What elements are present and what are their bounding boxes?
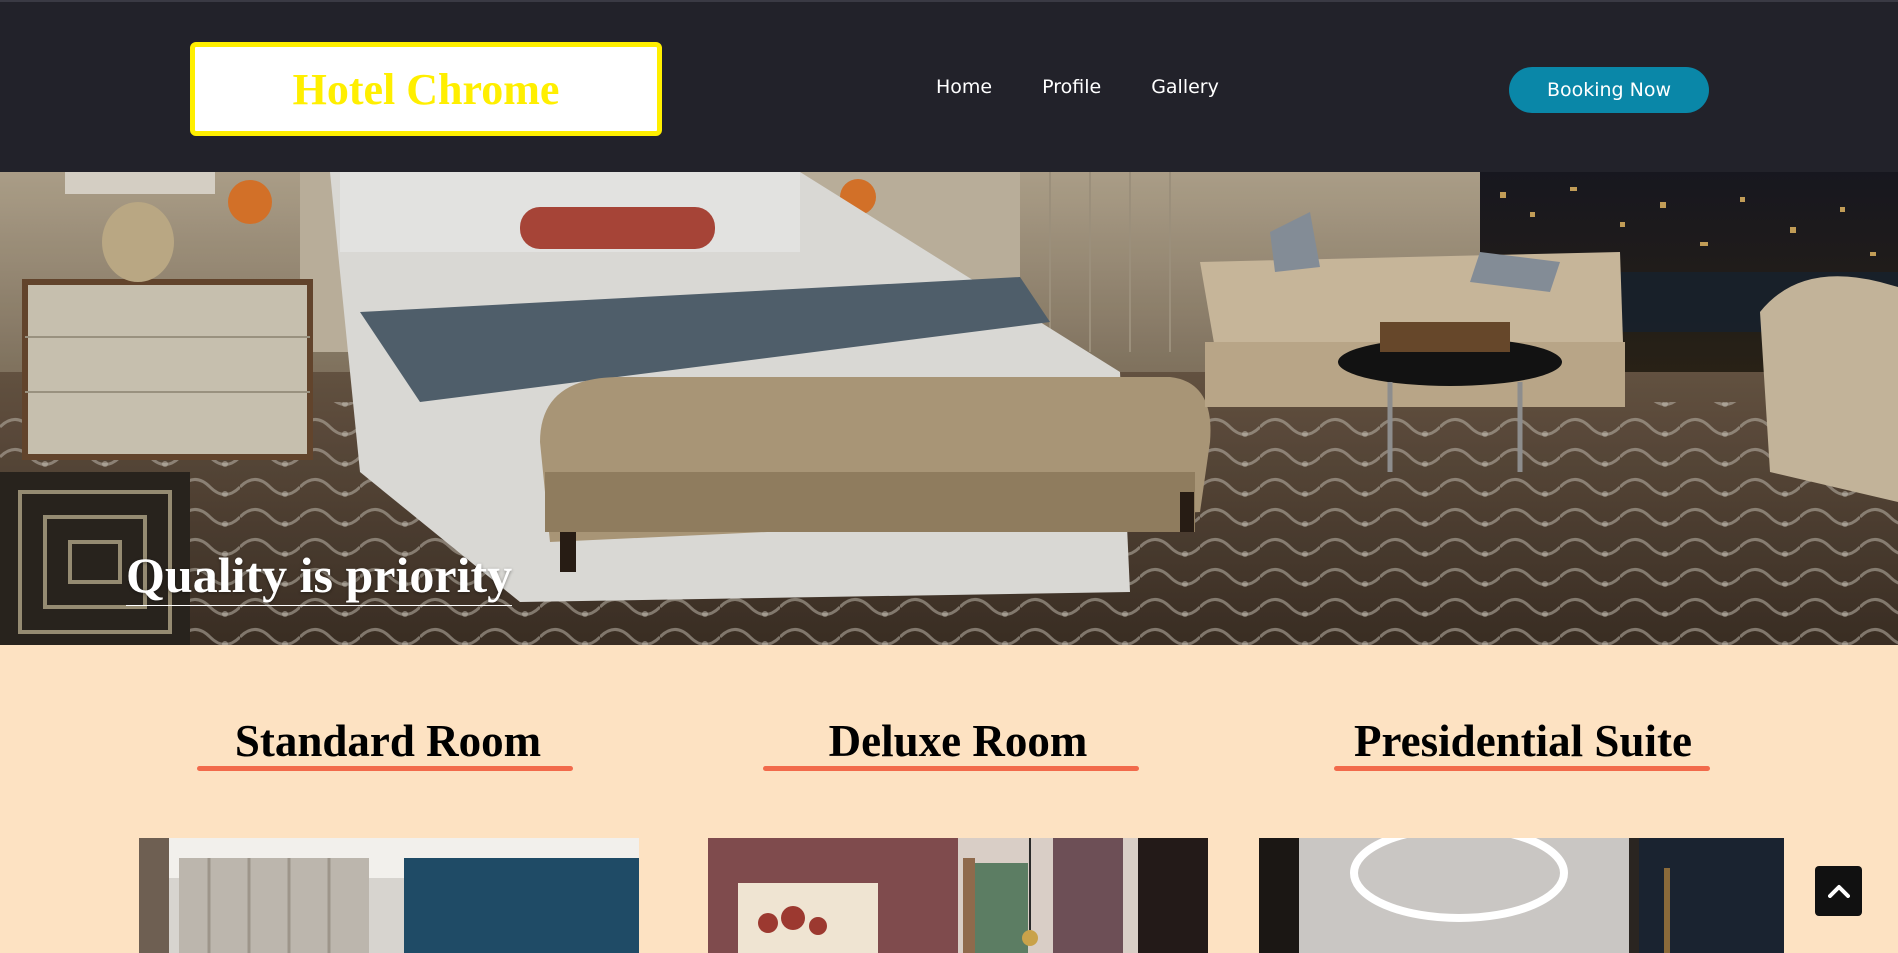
site-header: Hotel Chrome Home Profile Gallery Bookin… [0,0,1898,172]
nav-gallery-link[interactable]: Gallery [1151,76,1219,98]
standard-room-heading: Standard Room [234,716,542,766]
nav-home-link[interactable]: Home [936,76,992,98]
presidential-suite-heading: Presidential Suite [1354,716,1692,766]
booking-now-button[interactable]: Booking Now [1509,67,1709,113]
standard-room-image[interactable] [139,838,639,953]
deluxe-room-underline [763,766,1139,771]
nav-profile-link[interactable]: Profile [1042,76,1101,98]
deluxe-room-image[interactable] [708,838,1208,953]
chevron-up-icon [1827,885,1850,898]
deluxe-room-heading: Deluxe Room [828,716,1088,766]
hero-banner: Quality is priority [0,172,1898,645]
presidential-suite-image[interactable] [1259,838,1784,953]
hero-title: Quality is priority [126,548,513,606]
logo[interactable]: Hotel Chrome [190,42,662,136]
main-nav: Home Profile Gallery [936,76,1269,98]
logo-text: Hotel Chrome [292,64,560,114]
scroll-to-top-button[interactable] [1815,866,1862,916]
presidential-suite-underline [1334,766,1710,771]
standard-room-underline [197,766,573,771]
